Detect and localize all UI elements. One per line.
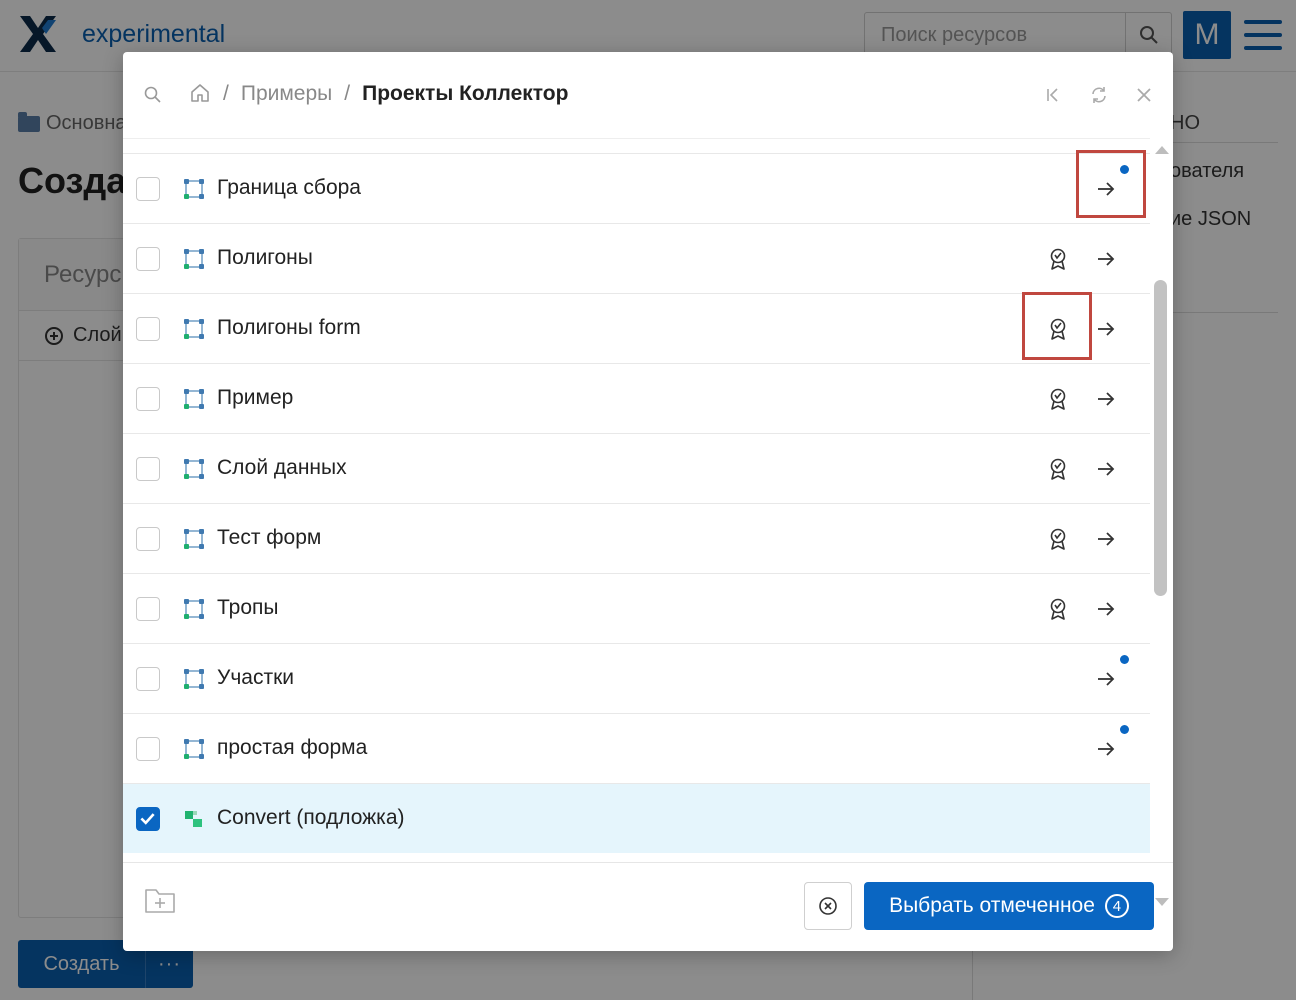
clear-selection-button[interactable]	[804, 882, 852, 930]
collector-badge-icon[interactable]	[1047, 387, 1069, 411]
go-to-start-icon[interactable]	[1043, 85, 1063, 105]
footer-divider	[123, 862, 1173, 863]
resource-row[interactable]: Тропы	[123, 573, 1150, 643]
row-checkbox[interactable]	[136, 317, 160, 341]
row-checkbox[interactable]	[136, 737, 160, 761]
scroll-down-arrow-icon[interactable]	[1155, 898, 1169, 906]
resource-name[interactable]: Полигоны form	[217, 316, 361, 340]
resource-name[interactable]: Пример	[217, 386, 293, 410]
selected-count-badge: 4	[1104, 894, 1129, 918]
notification-dot	[1120, 725, 1129, 734]
vector-layer-icon	[183, 668, 205, 690]
vector-layer-icon	[183, 318, 205, 340]
resource-list-rows: Граница сбора Полигоны Полигоны form Пример…	[123, 150, 1150, 853]
resource-name[interactable]: Граница сбора	[217, 176, 361, 200]
resource-row[interactable]: Граница сбора	[123, 150, 1150, 223]
vector-layer-icon	[183, 178, 205, 200]
row-checkbox[interactable]	[136, 247, 160, 271]
scroll-up-arrow-icon[interactable]	[1155, 146, 1169, 154]
open-arrow-icon[interactable]	[1095, 598, 1117, 620]
resource-row[interactable]: Тест форм	[123, 503, 1150, 573]
breadcrumb-separator: /	[344, 82, 351, 105]
resource-row[interactable]: Пример	[123, 363, 1150, 433]
home-icon[interactable]	[189, 82, 211, 104]
vector-layer-icon	[183, 598, 205, 620]
select-checked-button[interactable]: Выбрать отмеченное 4	[864, 882, 1154, 930]
collector-badge-icon[interactable]	[1047, 247, 1069, 271]
resource-name[interactable]: Convert (подложка)	[217, 806, 405, 830]
resource-row[interactable]: Convert (подложка)	[123, 783, 1150, 853]
resource-name[interactable]: Полигоны	[217, 246, 313, 270]
resource-name[interactable]: простая форма	[217, 736, 367, 760]
resource-list: Граница сбора Полигоны Полигоны form Пример…	[123, 138, 1150, 914]
scrollbar[interactable]	[1150, 138, 1173, 914]
vector-layer-icon	[183, 248, 205, 270]
breadcrumb-current: Проекты Коллектор	[362, 82, 569, 105]
collector-badge-icon[interactable]	[1047, 527, 1069, 551]
row-checkbox[interactable]	[136, 457, 160, 481]
resource-name[interactable]: Тропы	[217, 596, 278, 620]
breadcrumb-separator: /	[223, 82, 229, 105]
row-checkbox[interactable]	[136, 667, 160, 691]
row-checkbox[interactable]	[136, 597, 160, 621]
row-checkbox[interactable]	[136, 177, 160, 201]
modal-breadcrumb: / Примеры / Проекты Коллектор	[223, 82, 568, 106]
resource-row[interactable]: Слой данных	[123, 433, 1150, 503]
resource-picker-modal: / Примеры / Проекты Коллектор Граница сб…	[123, 52, 1173, 951]
highlight-box	[1076, 150, 1146, 218]
new-folder-icon[interactable]	[144, 886, 176, 914]
scrollbar-thumb[interactable]	[1154, 280, 1167, 596]
row-checkbox[interactable]	[136, 527, 160, 551]
vector-layer-icon	[183, 458, 205, 480]
open-arrow-icon[interactable]	[1095, 388, 1117, 410]
resource-row[interactable]: простая форма	[123, 713, 1150, 783]
row-checkbox[interactable]	[136, 387, 160, 411]
resource-name[interactable]: Тест форм	[217, 526, 321, 550]
open-arrow-icon[interactable]	[1095, 248, 1117, 270]
open-arrow-icon[interactable]	[1095, 738, 1117, 760]
vector-layer-icon	[183, 388, 205, 410]
open-arrow-icon[interactable]	[1095, 528, 1117, 550]
breadcrumb-link[interactable]: Примеры	[241, 82, 332, 106]
refresh-icon[interactable]	[1089, 85, 1109, 105]
open-arrow-icon[interactable]	[1095, 458, 1117, 480]
vector-layer-icon	[183, 738, 205, 760]
notification-dot	[1120, 655, 1129, 664]
row-checkbox[interactable]	[136, 807, 160, 831]
resource-name[interactable]: Слой данных	[217, 456, 347, 480]
resource-row[interactable]: Участки	[123, 643, 1150, 713]
basemap-icon	[183, 808, 205, 830]
close-icon[interactable]	[1134, 85, 1154, 105]
modal-header: / Примеры / Проекты Коллектор	[123, 52, 1173, 138]
select-checked-label: Выбрать отмеченное	[889, 894, 1095, 917]
open-arrow-icon[interactable]	[1095, 668, 1117, 690]
collector-badge-icon[interactable]	[1047, 597, 1069, 621]
resource-name[interactable]: Участки	[217, 666, 294, 690]
clear-circle-icon	[819, 897, 837, 915]
highlight-box	[1022, 292, 1092, 360]
vector-layer-icon	[183, 528, 205, 550]
resource-row[interactable]: Полигоны form	[123, 292, 1150, 363]
collector-badge-icon[interactable]	[1047, 457, 1069, 481]
resource-row[interactable]: Полигоны	[123, 223, 1150, 293]
open-arrow-icon[interactable]	[1095, 318, 1117, 340]
search-icon[interactable]	[143, 85, 163, 105]
